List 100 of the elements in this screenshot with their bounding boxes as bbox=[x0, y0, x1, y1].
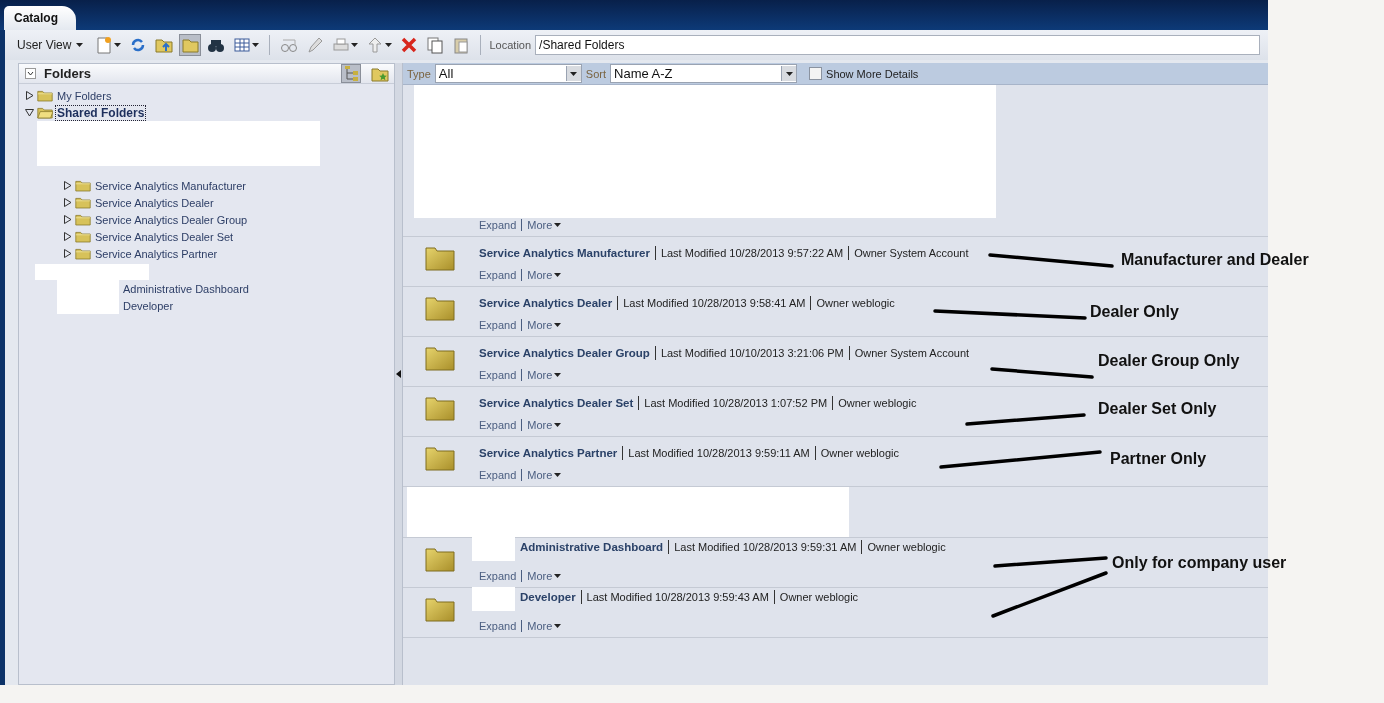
link-divider bbox=[521, 369, 523, 381]
item-name-link[interactable]: Service Analytics Dealer Set bbox=[479, 397, 634, 409]
caret-icon bbox=[554, 223, 562, 227]
link-divider bbox=[521, 419, 523, 431]
owner-text: Owner weblogic bbox=[779, 591, 859, 603]
last-modified-text: Last Modified 10/28/2013 9:59:31 AM bbox=[674, 541, 857, 553]
more-menu-link[interactable]: More bbox=[527, 419, 562, 431]
folder-icon bbox=[425, 395, 455, 421]
item-name-link[interactable]: Administrative Dashboard bbox=[520, 541, 664, 553]
type-select[interactable]: All bbox=[434, 64, 582, 83]
folder-icon bbox=[75, 247, 91, 260]
panel-title: Folders bbox=[44, 66, 92, 81]
redaction-block bbox=[472, 587, 515, 611]
more-menu-link[interactable]: More bbox=[527, 469, 562, 481]
sort-select[interactable]: Name A-Z bbox=[610, 64, 798, 83]
expand-link[interactable]: Expand bbox=[479, 319, 517, 331]
caret-icon bbox=[554, 473, 562, 477]
folder-icon bbox=[425, 546, 455, 572]
caret-icon bbox=[554, 574, 562, 578]
last-modified-text: Last Modified 10/28/2013 1:07:52 PM bbox=[644, 397, 828, 409]
tree-item[interactable]: Developer bbox=[122, 299, 175, 312]
more-menu-link[interactable]: More bbox=[527, 269, 562, 281]
location-field[interactable]: /Shared Folders bbox=[535, 35, 1260, 55]
tree-item[interactable]: Service Analytics Manufacturer bbox=[94, 179, 247, 192]
expand-arrow-icon[interactable] bbox=[25, 91, 34, 100]
copy-icon bbox=[426, 36, 445, 54]
tree-item[interactable]: My Folders bbox=[56, 89, 113, 102]
folder-icon bbox=[75, 196, 91, 209]
owner-text: Owner weblogic bbox=[816, 297, 895, 309]
last-modified-text: Last Modified 10/28/2013 9:59:43 AM bbox=[586, 591, 769, 603]
tree-item[interactable]: Service Analytics Dealer bbox=[94, 196, 215, 209]
caret-icon bbox=[554, 423, 562, 427]
more-menu-link[interactable]: More bbox=[527, 219, 562, 231]
delete-icon bbox=[400, 36, 419, 54]
expand-link[interactable]: Expand bbox=[479, 269, 517, 281]
more-menu-link[interactable]: More bbox=[527, 319, 562, 331]
item-name-link[interactable]: Service Analytics Dealer bbox=[479, 297, 613, 309]
item-name-link[interactable]: Service Analytics Partner bbox=[479, 447, 618, 459]
folder-icon bbox=[181, 36, 200, 54]
checkbox-label: Show More Details bbox=[826, 67, 919, 80]
more-menu-link[interactable]: More bbox=[527, 570, 562, 582]
sort-label: Sort bbox=[585, 67, 607, 80]
checkbox[interactable] bbox=[809, 67, 823, 80]
annotation-text: Partner Only bbox=[1110, 450, 1207, 468]
item-name-link[interactable]: Service Analytics Manufacturer bbox=[479, 247, 650, 259]
tree-item[interactable]: Service Analytics Dealer Group bbox=[94, 213, 249, 226]
tree-item[interactable]: Service Analytics Partner bbox=[94, 247, 219, 260]
more-menu-link[interactable]: More bbox=[527, 369, 562, 381]
annotation-text: Dealer Set Only bbox=[1098, 400, 1217, 418]
expand-link[interactable]: Expand bbox=[479, 469, 517, 481]
tree-item[interactable]: Service Analytics Dealer Set bbox=[94, 230, 235, 243]
location-label: Location bbox=[489, 39, 532, 51]
tree-item[interactable]: Administrative Dashboard bbox=[122, 282, 250, 295]
view-menu[interactable]: User View bbox=[15, 38, 90, 52]
link-divider bbox=[521, 469, 523, 481]
folder-icon bbox=[425, 245, 455, 271]
type-label: Type bbox=[407, 67, 431, 80]
open-folder-icon bbox=[37, 106, 53, 119]
expand-link[interactable]: Expand bbox=[479, 369, 517, 381]
caret-icon bbox=[554, 624, 562, 628]
folder-icon bbox=[37, 89, 53, 102]
link-divider bbox=[521, 570, 523, 582]
caret-icon bbox=[252, 43, 260, 47]
link-divider bbox=[521, 620, 523, 632]
glasses-icon bbox=[280, 36, 299, 54]
expand-link[interactable]: Expand bbox=[479, 620, 517, 632]
annotation-text: Dealer Only bbox=[1090, 303, 1179, 321]
expand-link[interactable]: Expand bbox=[479, 219, 517, 231]
new-document-icon bbox=[95, 36, 114, 54]
caret-icon bbox=[554, 273, 562, 277]
link-divider bbox=[521, 319, 523, 331]
last-modified-text: Last Modified 10/28/2013 9:57:22 AM bbox=[660, 247, 844, 259]
redaction-block bbox=[57, 297, 119, 314]
folder-arrow-icon bbox=[155, 36, 174, 54]
collapse-icon[interactable] bbox=[25, 68, 36, 79]
collapse-arrow-icon[interactable] bbox=[25, 108, 34, 117]
expand-link[interactable]: Expand bbox=[479, 419, 517, 431]
expand-link[interactable]: Expand bbox=[479, 570, 517, 582]
clipboard-icon bbox=[452, 36, 471, 54]
folder-icon bbox=[425, 295, 455, 321]
link-divider bbox=[521, 269, 523, 281]
owner-text: Owner System Account bbox=[854, 347, 970, 359]
annotation-text: Dealer Group Only bbox=[1098, 352, 1240, 370]
annotation-text: Manufacturer and Dealer bbox=[1121, 251, 1309, 269]
tree-item[interactable]: Shared Folders bbox=[56, 105, 146, 120]
caret-icon bbox=[554, 323, 562, 327]
item-name-link[interactable]: Developer bbox=[520, 591, 576, 603]
folder-icon bbox=[425, 596, 455, 622]
link-divider bbox=[521, 219, 523, 231]
folder-icon bbox=[425, 345, 455, 371]
collapse-left-arrow-icon[interactable] bbox=[396, 370, 401, 378]
owner-text: Owner System Account bbox=[854, 247, 969, 259]
last-modified-text: Last Modified 10/28/2013 9:58:41 AM bbox=[623, 297, 806, 309]
catalog-tab[interactable]: Catalog bbox=[4, 6, 76, 30]
item-name-link[interactable]: Service Analytics Dealer Group bbox=[479, 347, 650, 359]
folder-icon bbox=[75, 179, 91, 192]
annotation-text: Only for company user bbox=[1112, 554, 1287, 572]
last-modified-text: Last Modified 10/10/2013 3:21:06 PM bbox=[660, 347, 844, 359]
tree-icon bbox=[343, 64, 359, 83]
more-menu-link[interactable]: More bbox=[527, 620, 562, 632]
